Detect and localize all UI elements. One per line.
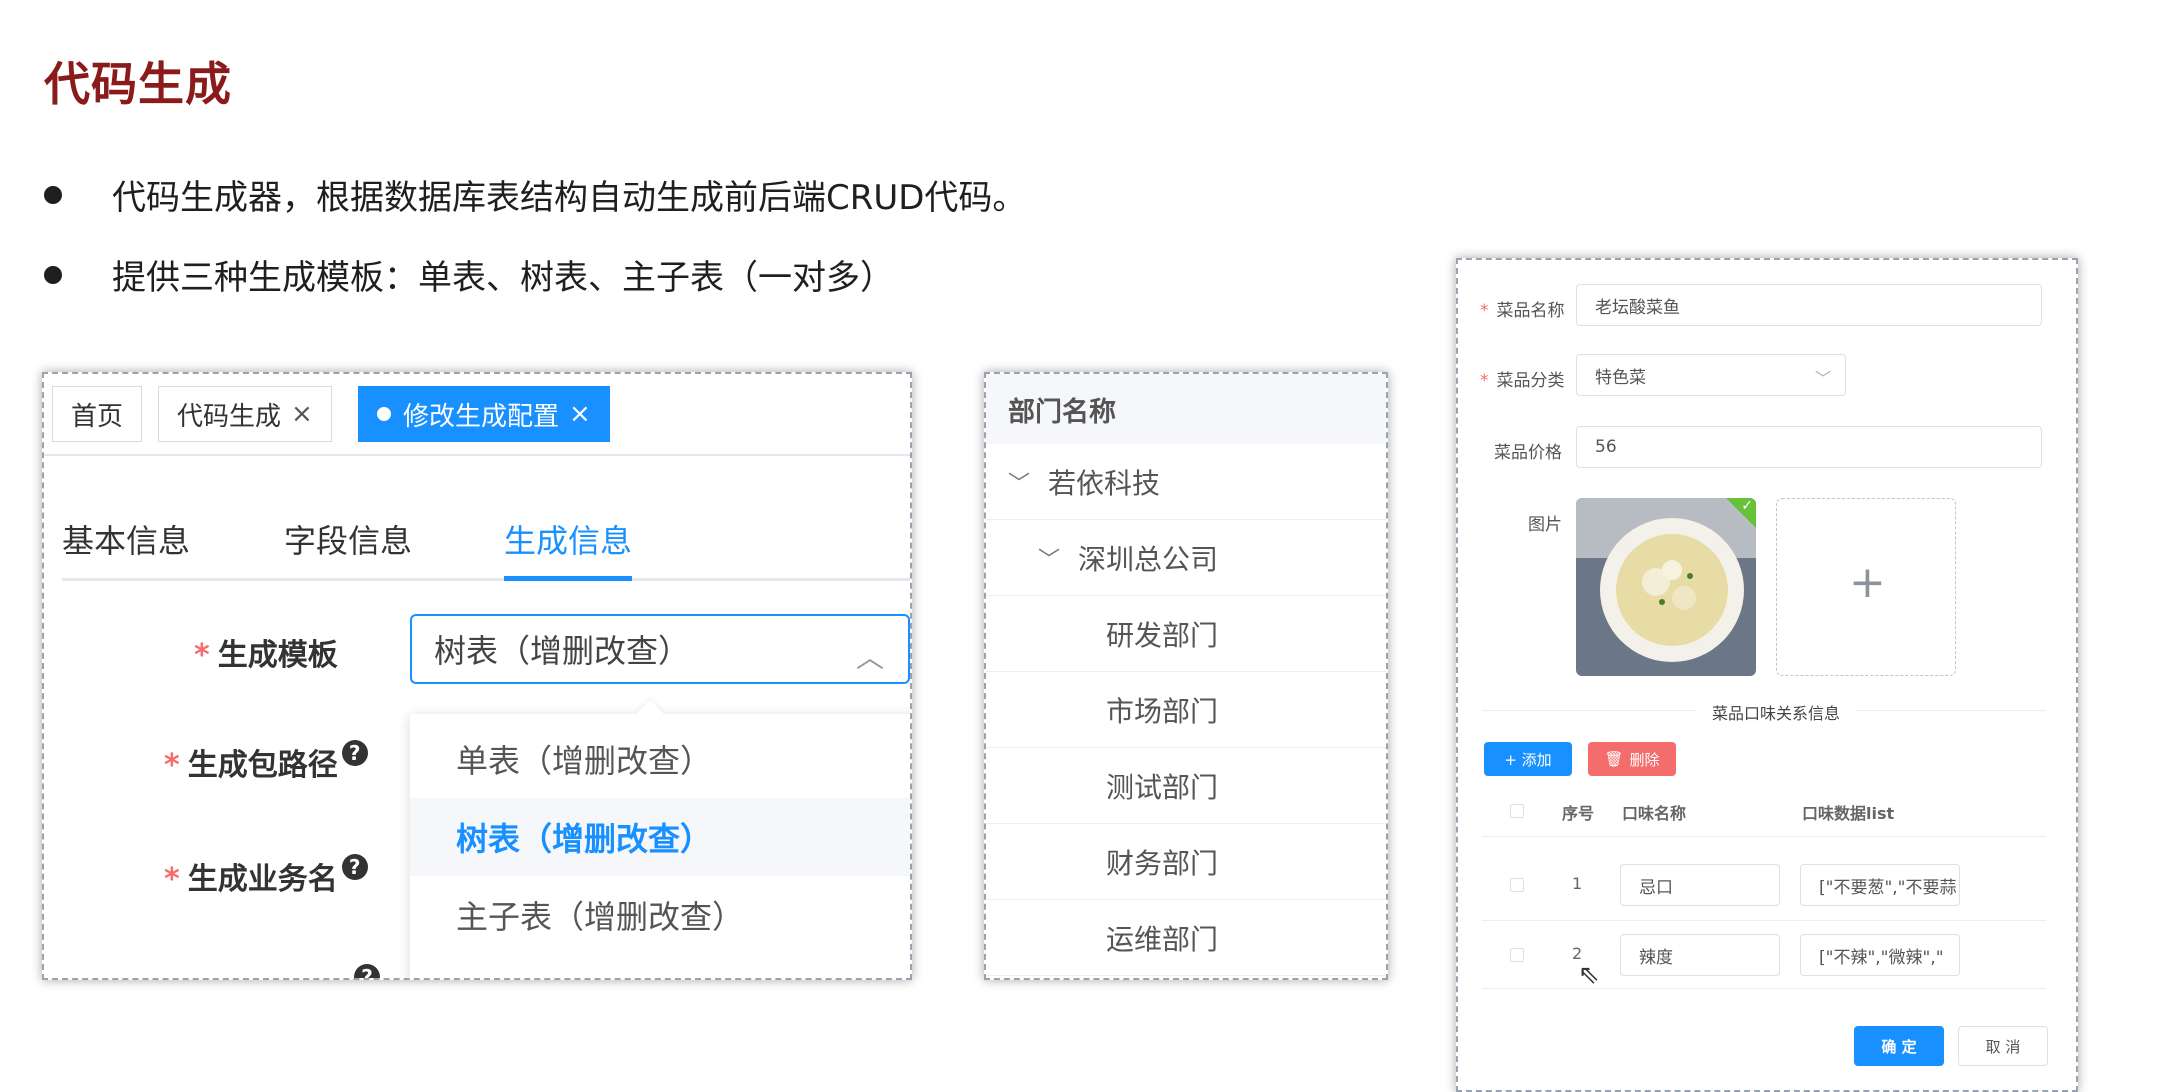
delete-row-button[interactable]: 🗑 删除 xyxy=(1588,742,1676,776)
dish-name-input[interactable]: 老坛酸菜鱼 xyxy=(1576,284,2042,326)
dish-form-panel: * 菜品名称 老坛酸菜鱼 * 菜品分类 特色菜 ﹀ 菜品价格 56 图片 ✓ + 菜… xyxy=(1456,258,2078,1092)
trash-icon: 🗑 xyxy=(1604,750,1624,768)
option-single-table[interactable]: 单表（增删改查） xyxy=(410,720,910,798)
tag-code-gen[interactable]: 代码生成 × xyxy=(158,386,332,442)
row-checkbox[interactable] xyxy=(1510,878,1524,892)
tree-label: 市场部门 xyxy=(1106,694,1219,728)
row-index: 1 xyxy=(1572,874,1583,893)
select-value: 树表（增删改查） xyxy=(434,632,691,670)
table-divider xyxy=(1482,836,2046,837)
dish-image: ✓ xyxy=(1576,498,1756,676)
tree-label: 测试部门 xyxy=(1106,770,1219,804)
tag-label: 首页 xyxy=(71,401,124,432)
tab-basic-info[interactable]: 基本信息 xyxy=(62,516,190,562)
template-select[interactable]: 树表（增删改查） ︿ xyxy=(410,614,910,684)
tree-row[interactable]: ﹀ 深圳总公司 xyxy=(986,520,1386,596)
dept-tree-panel: 部门名称 ﹀ 若依科技 ﹀ 深圳总公司 研发部门 市场部门 测试部门 财务部门 … xyxy=(984,372,1388,980)
bullet-dot-icon xyxy=(44,185,62,204)
flavor-data-input[interactable]: ["不要葱","不要蒜 xyxy=(1800,864,1960,906)
cancel-button[interactable]: 取 消 xyxy=(1958,1026,2048,1066)
question-icon[interactable]: ? xyxy=(341,740,368,766)
tab-gen-info[interactable]: 生成信息 xyxy=(504,516,632,562)
tag-label: 代码生成 xyxy=(177,401,282,432)
bullet-text: 提供三种生成模板：单表、树表、主子表（一对多） xyxy=(112,258,894,298)
tree-label: 深圳总公司 xyxy=(1078,542,1219,576)
option-tree-table[interactable]: 树表（增删改查） xyxy=(410,798,910,876)
close-icon[interactable]: × xyxy=(291,399,313,429)
tree-row[interactable]: 市场部门 xyxy=(986,672,1386,748)
tree-row[interactable]: ﹀ 若依科技 xyxy=(986,444,1386,520)
section-title: 菜品口味关系信息 xyxy=(1711,704,1840,723)
active-dot-icon xyxy=(377,407,391,421)
tab-field-info[interactable]: 字段信息 xyxy=(284,516,412,562)
chevron-down-icon[interactable]: ﹀ xyxy=(1038,542,1060,574)
tree-label: 研发部门 xyxy=(1106,618,1219,652)
divider xyxy=(1482,710,1696,711)
bullet-dot-icon xyxy=(44,265,62,284)
col-header-flavor-name: 口味名称 xyxy=(1622,804,1687,823)
field-label-business-name: * 生成业务名? xyxy=(164,854,368,898)
dish-price-input[interactable]: 56 xyxy=(1576,426,2042,468)
image-upload-box[interactable]: + xyxy=(1776,498,1956,676)
field-label-image: 图片 xyxy=(1528,515,1562,535)
tree-label: 运维部门 xyxy=(1106,922,1219,956)
table-divider xyxy=(1482,988,2046,989)
template-dropdown: 单表（增删改查） 树表（增删改查） 主子表（增删改查） xyxy=(410,699,910,978)
tag-edit-gen-config[interactable]: 修改生成配置 × xyxy=(358,386,610,442)
check-icon: ✓ xyxy=(1741,498,1753,514)
divider xyxy=(1856,710,2046,711)
col-header-index: 序号 xyxy=(1562,804,1595,823)
row-checkbox[interactable] xyxy=(1510,948,1524,962)
plus-icon: + xyxy=(1849,557,1886,608)
tree-label: 财务部门 xyxy=(1106,846,1219,880)
slide-title: 代码生成 xyxy=(44,57,232,111)
field-label-dish-price: 菜品价格 xyxy=(1494,443,1562,463)
chevron-down-icon[interactable]: ﹀ xyxy=(1008,466,1030,498)
tree-header: 部门名称 xyxy=(986,374,1386,444)
flavor-name-input[interactable]: 忌口 xyxy=(1620,864,1780,906)
tree-row[interactable]: 研发部门 xyxy=(986,596,1386,672)
option-master-sub-table[interactable]: 主子表（增删改查） xyxy=(410,876,910,954)
chevron-down-icon: ﹀ xyxy=(1814,369,1831,388)
chevron-up-icon: ︿ xyxy=(855,641,884,674)
question-icon[interactable]: ? xyxy=(341,854,368,880)
tab-active-indicator xyxy=(504,576,632,581)
field-label-package-path: * 生成包路径? xyxy=(164,740,368,784)
tree-row[interactable]: 财务部门 xyxy=(986,824,1386,900)
mouse-cursor-icon: ⇖ xyxy=(1578,960,1600,990)
col-header-flavor-data: 口味数据list xyxy=(1802,804,1895,823)
select-value: 特色菜 xyxy=(1595,367,1646,388)
tree-row[interactable]: 测试部门 xyxy=(986,748,1386,824)
gen-config-panel: 首页 代码生成 × 修改生成配置 × 基本信息 字段信息 生成信息 * 生成模板 … xyxy=(42,372,912,980)
select-all-checkbox[interactable] xyxy=(1510,804,1524,818)
flavor-name-input[interactable]: 辣度 xyxy=(1620,934,1780,976)
tab-divider xyxy=(62,578,910,581)
tag-home[interactable]: 首页 xyxy=(52,386,143,442)
confirm-button[interactable]: 确 定 xyxy=(1854,1026,1944,1066)
tags-view-bar: 首页 代码生成 × 修改生成配置 × xyxy=(44,374,910,456)
tree-row[interactable]: 运维部门 xyxy=(986,900,1386,976)
bullet-item: 提供三种生成模板：单表、树表、主子表（一对多） xyxy=(44,250,894,299)
bullet-text: 代码生成器，根据数据库表结构自动生成前后端CRUD代码。 xyxy=(112,178,1027,218)
flavor-data-input[interactable]: ["不辣","微辣"," xyxy=(1800,934,1960,976)
close-icon[interactable]: × xyxy=(569,399,591,429)
field-label-dish-name: * 菜品名称 xyxy=(1480,301,1565,321)
field-label-dish-category: * 菜品分类 xyxy=(1480,371,1565,391)
dish-category-select[interactable]: 特色菜 ﹀ xyxy=(1576,354,1846,396)
bullet-item: 代码生成器，根据数据库表结构自动生成前后端CRUD代码。 xyxy=(44,170,1026,219)
tree-label: 若依科技 xyxy=(1048,466,1161,500)
tag-label: 修改生成配置 xyxy=(403,401,560,432)
add-row-button[interactable]: + 添加 xyxy=(1484,742,1572,776)
question-icon[interactable]: ? xyxy=(354,964,380,978)
field-label-template: * 生成模板 xyxy=(194,638,338,673)
table-divider xyxy=(1482,920,2046,921)
